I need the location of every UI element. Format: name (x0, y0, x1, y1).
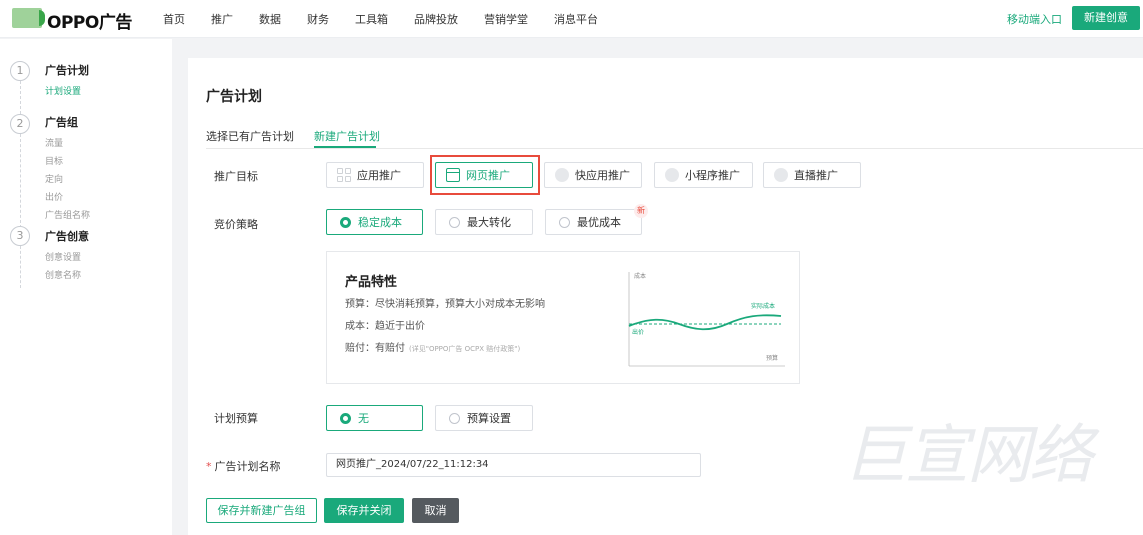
sidebar-item-traffic[interactable]: 流量 (45, 136, 63, 149)
radio-checked-icon (340, 412, 351, 424)
plan-name-input[interactable]: 网页推广_2024/07/22_11:12:34 (326, 453, 701, 477)
quick-app-icon (555, 168, 569, 182)
budget-option-label: 无 (358, 412, 369, 425)
chart-x-label: 预算 (766, 354, 778, 362)
bid-option-label: 稳定成本 (358, 216, 402, 229)
cost-trend-mini-chart: 成本 实际成本 出价 预算 (628, 272, 785, 367)
radio-unchecked-icon (449, 216, 460, 228)
plan-name-label: * 广告计划名称 (206, 458, 281, 474)
step-2-indicator: 2 (10, 114, 30, 134)
bid-option-stable-cost[interactable]: 稳定成本 (326, 209, 423, 235)
budget-option-none[interactable]: 无 (326, 405, 423, 431)
goal-option-label: 应用推广 (357, 169, 401, 182)
actual-cost-curve (628, 314, 782, 331)
feature-compensation-line: 赔付：有赔付 (详见"OPPO广告 OCPX 赔付政策") (345, 339, 520, 354)
budget-option-set[interactable]: 预算设置 (435, 405, 533, 431)
goal-option-label: 小程序推广 (685, 169, 740, 182)
budget-label: 计划预算 (214, 412, 258, 425)
page-title: 广告计划 (206, 89, 262, 105)
nav-academy[interactable]: 营销学堂 (484, 11, 528, 27)
top-nav-bar: OPPO广告 首页 推广 数据 财务 工具箱 品牌投放 营销学堂 消息平台 移动… (0, 0, 1143, 38)
feature-budget-line: 预算：尽快消耗预算，预算大小对成本无影响 (345, 299, 545, 310)
sidebar-item-targeting[interactable]: 定向 (45, 172, 63, 185)
nav-toolbox[interactable]: 工具箱 (355, 11, 388, 27)
sidebar-item-creative-name[interactable]: 创意名称 (45, 268, 81, 281)
plan-name-label-text: 广告计划名称 (214, 460, 281, 473)
oppo-ads-logo[interactable]: OPPO广告 (47, 8, 132, 33)
nav-home[interactable]: 首页 (163, 11, 185, 27)
cancel-button[interactable]: 取消 (412, 498, 459, 523)
plan-form-card: 广告计划 选择已有广告计划 新建广告计划 推广目标 应用推广 网页推广 快应用推… (188, 58, 1143, 535)
app-grid-icon (337, 168, 351, 182)
oppo-logo-mark (12, 8, 45, 28)
new-badge: 新 (634, 204, 648, 218)
chart-bid-label: 出价 (632, 328, 644, 336)
step-connector (20, 246, 21, 288)
goal-option-label: 直播推广 (794, 169, 838, 182)
goal-option-mini-program[interactable]: 小程序推广 (654, 162, 753, 188)
sidebar-item-plan-settings[interactable]: 计划设置 (45, 84, 81, 97)
new-creative-button[interactable]: 新建创意 (1072, 6, 1140, 30)
mini-program-icon (665, 168, 679, 182)
radio-checked-icon (340, 216, 351, 228)
goal-option-app[interactable]: 应用推广 (326, 162, 424, 188)
nav-data[interactable]: 数据 (259, 11, 281, 27)
nav-finance[interactable]: 财务 (307, 11, 329, 27)
step-1-indicator: 1 (10, 61, 30, 81)
bid-strategy-label: 竞价策略 (214, 218, 258, 231)
tab-divider (206, 148, 1143, 149)
step-2-title[interactable]: 广告组 (45, 114, 78, 130)
selection-highlight-box (430, 155, 540, 195)
bid-option-label: 最大转化 (467, 216, 511, 229)
feature-compensation-text: 赔付：有赔付 (345, 343, 405, 354)
sidebar-item-bid[interactable]: 出价 (45, 190, 63, 203)
feature-title: 产品特性 (345, 275, 398, 290)
nav-messages[interactable]: 消息平台 (554, 11, 598, 27)
radio-unchecked-icon (449, 412, 460, 424)
goal-label: 推广目标 (214, 170, 258, 183)
bid-option-max-conversion[interactable]: 最大转化 (435, 209, 533, 235)
step-connector (20, 134, 21, 228)
nav-promotion[interactable]: 推广 (211, 11, 233, 27)
live-icon (774, 168, 788, 182)
chart-actual-label: 实际成本 (751, 302, 775, 310)
step-3-title[interactable]: 广告创意 (45, 228, 89, 244)
compensation-policy-note[interactable]: (详见"OPPO广告 OCPX 赔付政策") (409, 345, 520, 353)
goal-option-quick-app[interactable]: 快应用推广 (544, 162, 642, 188)
save-and-close-button[interactable]: 保存并关闭 (324, 498, 404, 523)
product-feature-panel: 产品特性 预算：尽快消耗预算，预算大小对成本无影响 成本：趋近于出价 赔付：有赔… (326, 251, 800, 384)
step-3-indicator: 3 (10, 226, 30, 246)
chart-y-label: 成本 (634, 272, 646, 280)
sidebar-item-target[interactable]: 目标 (45, 154, 63, 167)
feature-cost-line: 成本：趋近于出价 (345, 321, 425, 332)
main-nav: 首页 推广 数据 财务 工具箱 品牌投放 营销学堂 消息平台 (163, 11, 624, 27)
step-1-title[interactable]: 广告计划 (45, 62, 89, 78)
bid-option-optimal-cost[interactable]: 最优成本 (545, 209, 642, 235)
tab-new-plan[interactable]: 新建广告计划 (314, 128, 380, 144)
radio-unchecked-icon (559, 216, 570, 228)
nav-brand[interactable]: 品牌投放 (414, 11, 458, 27)
goal-option-label: 快应用推广 (575, 169, 630, 182)
step-sidebar: 1 广告计划 计划设置 2 广告组 流量 目标 定向 出价 广告组名称 3 广告… (0, 39, 172, 535)
bid-option-label: 最优成本 (577, 216, 621, 229)
required-mark: * (206, 460, 212, 473)
goal-option-live[interactable]: 直播推广 (763, 162, 861, 188)
sidebar-item-creative-settings[interactable]: 创意设置 (45, 250, 81, 263)
tab-select-existing-plan[interactable]: 选择已有广告计划 (206, 128, 294, 144)
sidebar-item-group-name[interactable]: 广告组名称 (45, 208, 90, 221)
active-tab-underline (314, 146, 376, 148)
mobile-entry-link[interactable]: 移动端入口 (1007, 11, 1062, 27)
save-and-new-group-button[interactable]: 保存并新建广告组 (206, 498, 317, 523)
budget-option-label: 预算设置 (467, 412, 511, 425)
